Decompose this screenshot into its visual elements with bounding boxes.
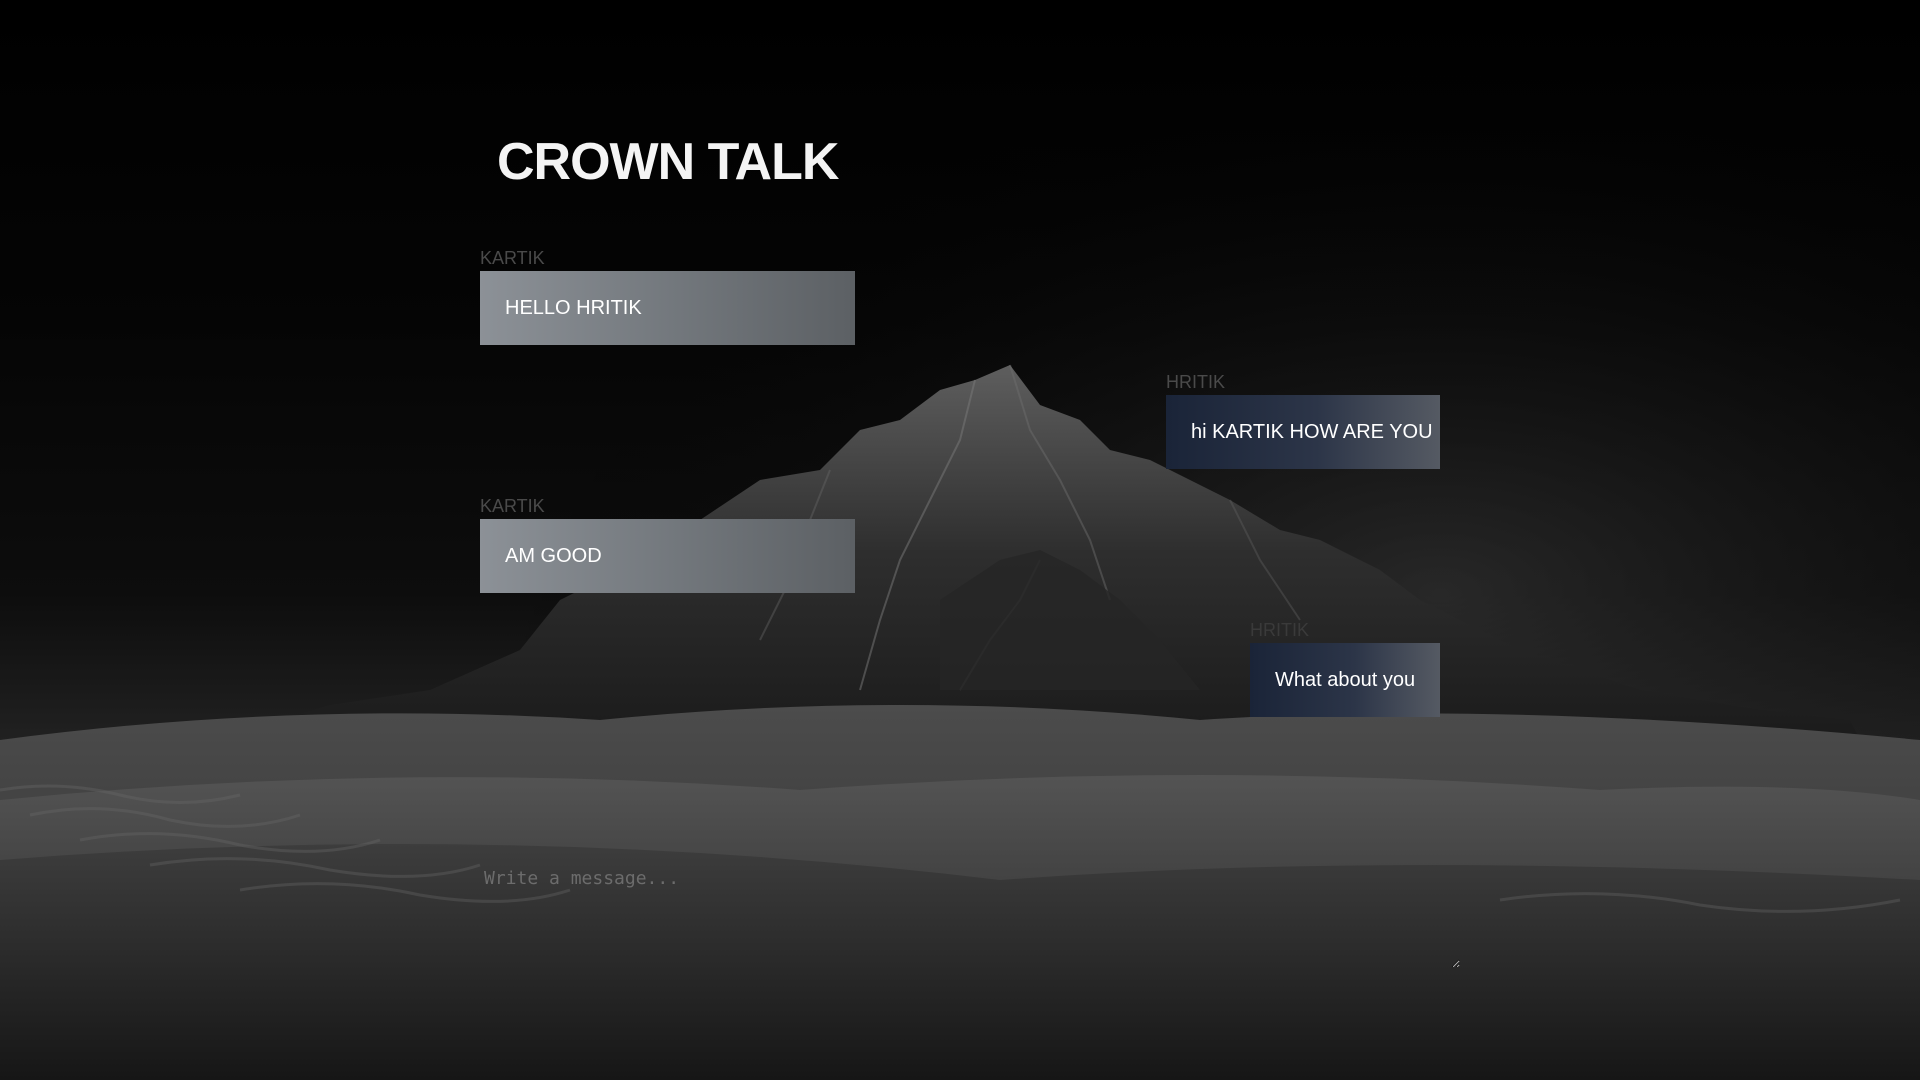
message-input[interactable]	[480, 866, 1460, 968]
message-item: HRITIK hi KARTIK HOW ARE YOU	[1166, 372, 1440, 469]
message-composer	[480, 866, 1460, 968]
message-bubble: HELLO HRITIK	[480, 271, 855, 345]
chat-container: CROWN TALK KARTIK HELLO HRITIK HRITIK hi…	[0, 0, 1920, 1080]
message-item: HRITIK What about you	[1250, 620, 1440, 717]
message-item: KARTIK AM GOOD	[480, 496, 855, 593]
message-bubble: hi KARTIK HOW ARE YOU	[1166, 395, 1440, 469]
message-sender: HRITIK	[1250, 620, 1310, 640]
message-sender: KARTIK	[480, 248, 545, 268]
message-bubble: AM GOOD	[480, 519, 855, 593]
message-sender: HRITIK	[1166, 372, 1226, 392]
app-window: CROWN TALK KARTIK HELLO HRITIK HRITIK hi…	[0, 0, 1920, 1080]
message-item: KARTIK HELLO HRITIK	[480, 248, 855, 345]
message-bubble: What about you	[1250, 643, 1440, 717]
message-sender: KARTIK	[480, 496, 545, 516]
app-title: CROWN TALK	[497, 133, 839, 191]
